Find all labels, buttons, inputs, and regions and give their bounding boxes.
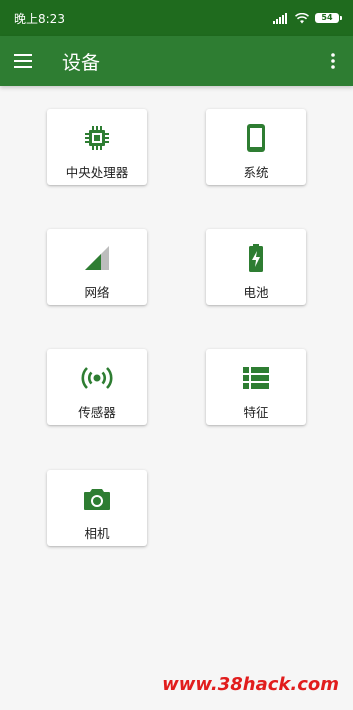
card-label: 中央处理器 [65,165,129,180]
more-options-button[interactable] [313,36,353,86]
battery-charging-icon [247,239,265,277]
sensor-icon [80,359,114,397]
menu-icon [14,54,32,68]
cpu-icon [83,119,111,157]
card-cpu[interactable]: 中央处理器 [47,109,147,185]
card-label: 电池 [243,285,269,300]
watermark: www.38hack.com [162,674,339,695]
more-vert-icon [331,53,335,69]
page-title: 设备 [62,51,101,74]
signal-icon [273,12,289,24]
status-time: 晚上8:23 [14,11,65,26]
phone-icon [246,119,266,157]
card-system[interactable]: 系统 [206,109,306,185]
camera-icon [83,480,111,518]
app-bar: 设备 [0,36,353,86]
card-sensors[interactable]: 传感器 [47,349,147,425]
card-features[interactable]: 特征 [206,349,306,425]
card-camera[interactable]: 相机 [47,470,147,546]
wifi-icon [295,12,309,24]
features-list-icon [243,359,269,397]
signal-strength-icon [83,239,111,277]
card-label: 特征 [243,405,269,420]
status-bar: 晚上8:23 54 [0,0,353,36]
battery-icon: 54 [315,13,342,23]
card-battery[interactable]: 电池 [206,229,306,305]
card-label: 传感器 [78,405,116,420]
card-label: 系统 [243,165,269,180]
card-label: 相机 [84,526,110,541]
card-network[interactable]: 网络 [47,229,147,305]
menu-button[interactable] [0,36,47,86]
card-label: 网络 [84,285,110,300]
status-icons: 54 [273,12,342,24]
